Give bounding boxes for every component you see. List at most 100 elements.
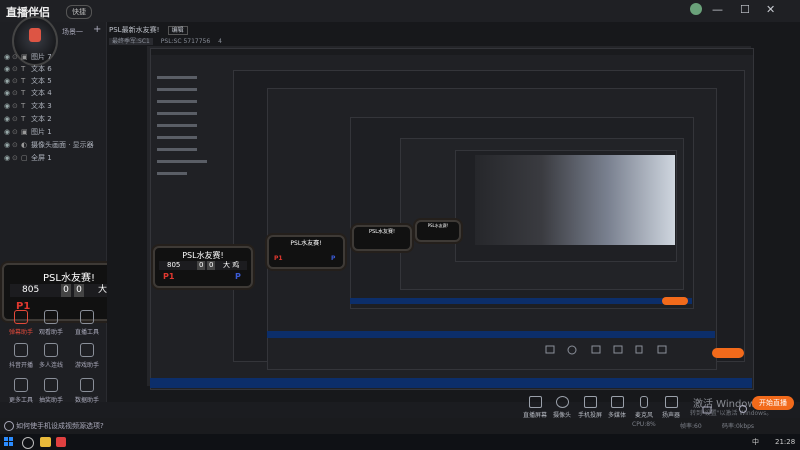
lock-icon[interactable]: ⊙ <box>12 152 21 164</box>
phone-icon <box>583 396 597 408</box>
lock-icon[interactable]: ⊙ <box>12 87 21 99</box>
nested-taskbar-4 <box>350 298 692 304</box>
layer-label: 图片 7 <box>31 53 52 61</box>
tool-data[interactable]: 数据助手 <box>70 378 104 404</box>
tool-label: 抖音开播 <box>8 362 33 369</box>
control-mic[interactable]: 麦克风 <box>629 396 659 419</box>
lock-icon[interactable]: ⊙ <box>12 139 21 151</box>
go-live-button[interactable]: 开始直播 <box>752 396 794 410</box>
layer-item[interactable]: ◉ ⊙ T 文本 6 <box>4 63 104 75</box>
search-icon[interactable] <box>22 437 34 449</box>
tool-lottery[interactable]: 抽奖助手 <box>34 378 68 404</box>
nested-scoreboard-title: PSL水友赛! <box>182 251 224 260</box>
control-media[interactable]: 多媒体 <box>602 396 632 419</box>
layer-item[interactable]: ◉ ⊙ ▢ 全屏 1 <box>4 152 104 164</box>
nested-golive <box>712 348 744 358</box>
p2-label: P <box>331 255 336 262</box>
control-camera[interactable]: 摄像头 <box>547 396 577 419</box>
player-name: 大 鸡 <box>223 261 240 269</box>
nested-taskbar-3 <box>267 331 715 338</box>
nested-golive-2 <box>662 297 688 305</box>
eye-icon[interactable]: ◉ <box>4 51 12 63</box>
layer-item[interactable]: ◉ ⊙ ◐ 摄像头画面 · 显示器 <box>4 139 104 151</box>
layer-item[interactable]: ◉ ⊙ T 文本 4 <box>4 87 104 99</box>
nested-scoreboard-title: PSL水友赛! <box>290 240 322 247</box>
stats-icon[interactable] <box>702 400 712 414</box>
nested-sidebar-lines <box>157 76 207 175</box>
eye-icon[interactable]: ◉ <box>4 113 12 125</box>
eye-icon[interactable]: ◉ <box>4 126 12 138</box>
tool-douyin[interactable]: 抖音开播 <box>4 343 38 369</box>
eye-icon[interactable]: ◉ <box>4 75 12 87</box>
mode-badge[interactable]: 快捷 <box>66 5 92 19</box>
nested-scoreboard-1: PSL水友赛! 805 0 0 大 鸡 P1 P <box>153 246 253 288</box>
nested-scoreboard-4: PSL水友赛! <box>415 220 461 242</box>
avatar[interactable] <box>690 3 702 18</box>
clock[interactable]: 21:28 <box>775 438 795 446</box>
nested-scoreboard-title: PSL水友赛! <box>369 229 395 235</box>
media-icon <box>610 396 624 408</box>
tool-danmu[interactable]: 弹幕助手 <box>4 310 38 336</box>
eye-icon[interactable]: ◉ <box>4 100 12 112</box>
fps-stat: 帧率:60 <box>680 423 702 430</box>
nested-scoreboard-title: PSL水友赛! <box>427 223 449 228</box>
toolbox-icon <box>80 310 94 324</box>
maximize-button[interactable]: ☐ <box>740 3 750 16</box>
cpu-stat: CPU:8% <box>632 421 656 428</box>
eye-icon[interactable]: ◉ <box>4 87 12 99</box>
control-phone[interactable]: 手机投屏 <box>575 396 605 419</box>
ime-indicator[interactable]: 中 <box>752 437 759 447</box>
p2-label: P <box>235 272 241 281</box>
tool-watch[interactable]: 观看助手 <box>34 310 68 336</box>
lock-icon[interactable]: ⊙ <box>12 51 21 63</box>
p1-label: P1 <box>163 272 175 281</box>
layer-item[interactable]: ◉ ⊙ T 文本 2 <box>4 113 104 125</box>
stream-subinfo: 最终季军:SC1 PSL:SC 5717756 4 <box>109 36 222 45</box>
minimize-button[interactable]: — <box>712 3 723 16</box>
layer-item[interactable]: ◉ ⊙ T 文本 3 <box>4 100 104 112</box>
close-button[interactable]: ✕ <box>766 3 775 16</box>
lock-icon[interactable]: ⊙ <box>12 75 21 87</box>
control-speaker[interactable]: 扬声器 <box>656 396 686 419</box>
user-icon <box>44 310 58 324</box>
tool-live[interactable]: 直播工具 <box>70 310 104 336</box>
windows-start-icon[interactable] <box>4 437 14 447</box>
nested-tunnel <box>475 155 675 245</box>
layer-label: 图片 1 <box>31 128 52 136</box>
layer-type-icon: T <box>21 65 26 73</box>
viewer-count: 4 <box>218 38 222 45</box>
tool-multi[interactable]: 多人连线 <box>34 343 68 369</box>
scene-title[interactable]: 场景一 <box>62 27 83 37</box>
layer-item[interactable]: ◉ ⊙ T 文本 5 <box>4 75 104 87</box>
layer-label: 文本 5 <box>31 77 52 85</box>
eye-icon[interactable]: ◉ <box>4 139 12 151</box>
tool-game[interactable]: 游戏助手 <box>70 343 104 369</box>
tool-label: 直播工具 <box>74 329 99 336</box>
lock-icon[interactable]: ⊙ <box>12 63 21 75</box>
nested-taskbar-1 <box>150 378 752 388</box>
danmu-icon <box>14 310 28 324</box>
eye-icon[interactable]: ◉ <box>4 63 12 75</box>
folder-icon[interactable] <box>40 437 51 447</box>
layer-item[interactable]: ◉ ⊙ ▣ 图片 1 <box>4 126 104 138</box>
control-screen[interactable]: 直播屏幕 <box>520 396 550 419</box>
layer-type-icon: ▣ <box>21 128 28 136</box>
tool-label: 抽奖助手 <box>38 397 63 404</box>
lock-icon[interactable]: ⊙ <box>12 100 21 112</box>
lock-icon[interactable]: ⊙ <box>12 113 21 125</box>
nested-scoreboard-row: 805 0 0 大 鸡 <box>159 261 247 270</box>
gift-icon <box>44 378 58 392</box>
bitrate-stat: 码率:0kbps <box>722 423 755 430</box>
status-tip[interactable]: 如何使手机设成视频源选项? <box>16 421 104 431</box>
add-source-button[interactable]: + <box>93 24 101 35</box>
app-taskbar-icon[interactable] <box>56 437 66 447</box>
settings-icon[interactable] <box>738 399 748 413</box>
eye-icon[interactable]: ◉ <box>4 152 12 164</box>
tool-label: 数据助手 <box>74 397 99 404</box>
lock-icon[interactable]: ⊙ <box>12 126 21 138</box>
score-left: 805 <box>22 285 40 295</box>
layer-item[interactable]: ◉ ⊙ ▣ 图片 7 <box>4 51 104 63</box>
users-icon <box>44 343 58 357</box>
edit-tag[interactable]: 编辑 <box>167 26 188 35</box>
tool-more[interactable]: 更多工具 <box>4 378 38 404</box>
